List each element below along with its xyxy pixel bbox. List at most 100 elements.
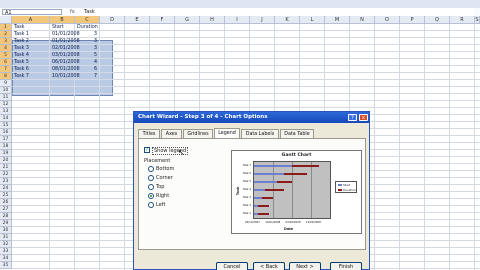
select-all-corner[interactable]: [0, 16, 12, 24]
row-header[interactable]: 26: [0, 199, 12, 206]
column-header[interactable]: I: [225, 16, 250, 24]
legend-item-duration: Duration: [338, 188, 356, 192]
column-header[interactable]: K: [275, 16, 300, 24]
column-header[interactable]: N: [350, 16, 375, 24]
table-cell[interactable]: 7: [75, 73, 97, 80]
row-header[interactable]: 1: [0, 24, 12, 31]
column-header[interactable]: L: [300, 16, 325, 24]
row-header[interactable]: 12: [0, 101, 12, 108]
table-cell[interactable]: Task 5: [14, 59, 29, 66]
row-header[interactable]: 33: [0, 248, 12, 255]
bar-duration: [265, 189, 285, 191]
row-header[interactable]: 25: [0, 192, 12, 199]
row-header[interactable]: 11: [0, 94, 12, 101]
help-button[interactable]: ?: [348, 114, 357, 121]
radio-label[interactable]: Top: [156, 184, 164, 190]
row-header[interactable]: 22: [0, 171, 12, 178]
column-header[interactable]: P: [400, 16, 425, 24]
formula-input[interactable]: Task: [84, 8, 474, 16]
table-cell[interactable]: Task 1: [14, 31, 29, 38]
row-header[interactable]: 16: [0, 129, 12, 136]
row-header[interactable]: 35: [0, 262, 12, 269]
row-header[interactable]: 17: [0, 136, 12, 143]
column-header[interactable]: S: [475, 16, 480, 24]
row-header[interactable]: 9: [0, 80, 12, 87]
table-cell[interactable]: 3: [75, 38, 97, 45]
column-header[interactable]: H: [200, 16, 225, 24]
tab-data-labels[interactable]: Data Labels: [241, 129, 279, 138]
table-header-cell[interactable]: Duration: [77, 24, 98, 31]
row-header[interactable]: 13: [0, 108, 12, 115]
column-header[interactable]: C: [75, 16, 100, 24]
tab-axes[interactable]: Axes: [161, 129, 182, 138]
table-header-cell[interactable]: Start: [52, 24, 64, 31]
radio-label[interactable]: Corner: [156, 175, 173, 181]
column-header[interactable]: Q: [425, 16, 450, 24]
row-header[interactable]: 14: [0, 115, 12, 122]
table-cell[interactable]: Task 7: [14, 73, 29, 80]
table-cell[interactable]: Task 3: [14, 45, 29, 52]
radio-label[interactable]: Bottom: [156, 166, 174, 172]
row-header[interactable]: 19: [0, 150, 12, 157]
radio-top[interactable]: [148, 184, 154, 190]
cancel-button[interactable]: Cancel: [216, 262, 248, 270]
tab-legend[interactable]: Legend: [214, 128, 240, 138]
table-cell[interactable]: 4: [75, 59, 97, 66]
radio-right[interactable]: [148, 193, 154, 199]
row-header[interactable]: 31: [0, 234, 12, 241]
table-cell[interactable]: Task 2: [14, 38, 29, 45]
column-header[interactable]: G: [175, 16, 200, 24]
row-header[interactable]: 15: [0, 122, 12, 129]
column-header[interactable]: B: [50, 16, 75, 24]
table-cell[interactable]: 6: [75, 66, 97, 73]
row-header[interactable]: 29: [0, 220, 12, 227]
row-header[interactable]: 21: [0, 164, 12, 171]
next-button[interactable]: Next >: [289, 262, 321, 270]
column-header[interactable]: F: [150, 16, 175, 24]
row-header[interactable]: 28: [0, 213, 12, 220]
row-header[interactable]: 34: [0, 255, 12, 262]
column-header[interactable]: M: [325, 16, 350, 24]
radio-bottom[interactable]: [148, 166, 154, 172]
excel-window: A1 fx Task ABCDEFGHIJKLMNOPQRS1234567891…: [0, 0, 480, 270]
row-header[interactable]: 2: [0, 31, 12, 38]
row-header[interactable]: 32: [0, 241, 12, 248]
column-header[interactable]: A: [12, 16, 50, 24]
column-header[interactable]: E: [125, 16, 150, 24]
table-cell[interactable]: 3: [75, 31, 97, 38]
row-header[interactable]: 6: [0, 59, 12, 66]
row-header[interactable]: 3: [0, 38, 12, 45]
back-button[interactable]: < Back: [253, 262, 285, 270]
row-header[interactable]: 5: [0, 52, 12, 59]
table-cell[interactable]: 3: [75, 45, 97, 52]
radio-left[interactable]: [148, 202, 154, 208]
row-header[interactable]: 10: [0, 87, 12, 94]
column-header[interactable]: R: [450, 16, 475, 24]
table-cell[interactable]: Task 4: [14, 52, 29, 59]
row-header[interactable]: 7: [0, 66, 12, 73]
tab-gridlines[interactable]: Gridlines: [183, 129, 213, 138]
name-box[interactable]: A1: [2, 9, 62, 16]
column-header[interactable]: D: [100, 16, 125, 24]
row-header[interactable]: 4: [0, 45, 12, 52]
column-header[interactable]: J: [250, 16, 275, 24]
row-header[interactable]: 30: [0, 227, 12, 234]
column-header[interactable]: O: [375, 16, 400, 24]
row-header[interactable]: 8: [0, 73, 12, 80]
row-header[interactable]: 27: [0, 206, 12, 213]
show-legend-checkbox[interactable]: ✓: [144, 147, 150, 153]
row-header[interactable]: 23: [0, 178, 12, 185]
table-header-cell[interactable]: Task: [14, 24, 24, 31]
radio-label[interactable]: Right: [156, 193, 169, 199]
close-button[interactable]: x: [359, 114, 368, 121]
row-header[interactable]: 20: [0, 157, 12, 164]
table-cell[interactable]: Task 6: [14, 66, 29, 73]
row-header[interactable]: 18: [0, 143, 12, 150]
tab-data-table[interactable]: Data Table: [280, 129, 314, 138]
row-header[interactable]: 24: [0, 185, 12, 192]
radio-corner[interactable]: [148, 175, 154, 181]
finish-button[interactable]: Finish: [330, 262, 362, 270]
table-cell[interactable]: 5: [75, 52, 97, 59]
radio-label[interactable]: Left: [156, 202, 165, 208]
tab-titles[interactable]: Titles: [138, 129, 160, 138]
